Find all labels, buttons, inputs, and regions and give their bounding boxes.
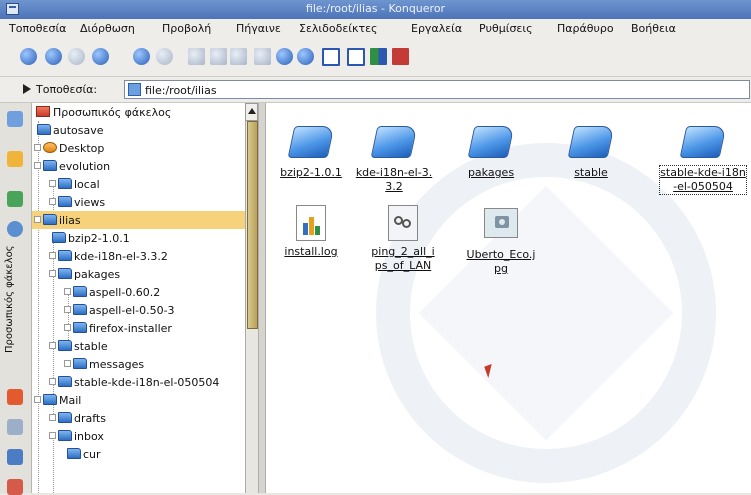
- home-icon[interactable]: [92, 48, 109, 65]
- folder-item[interactable]: bzip2-1.0.1: [266, 123, 356, 180]
- menu-view[interactable]: Προβολή: [162, 22, 211, 35]
- zoom-in-icon[interactable]: [276, 48, 293, 65]
- bookmarks-icon[interactable]: [7, 151, 23, 167]
- folder-icon: [287, 126, 335, 158]
- up-icon[interactable]: [20, 48, 37, 65]
- script-icon: [388, 205, 418, 241]
- folder-item[interactable]: pakages: [446, 123, 536, 180]
- print-icon[interactable]: [254, 48, 271, 65]
- file-item[interactable]: Uberto_Eco.jpg: [466, 205, 536, 276]
- tree-item[interactable]: views: [32, 193, 245, 211]
- location-bar: Τοποθεσία: file:/root/ilias: [0, 77, 751, 103]
- security-icon[interactable]: [392, 48, 409, 65]
- paste-icon[interactable]: [230, 48, 247, 65]
- tree-item[interactable]: stable: [32, 337, 245, 355]
- home-folder-icon: [36, 106, 50, 117]
- navigation-panel-tabs: Προσωπικός φάκελος: [0, 103, 32, 495]
- tree-item[interactable]: Desktop: [32, 139, 245, 157]
- folder-icon: [567, 126, 615, 158]
- forward-icon[interactable]: [68, 48, 85, 65]
- tree-item[interactable]: aspell-0.60.2: [32, 283, 245, 301]
- tree-item[interactable]: pakages: [32, 265, 245, 283]
- close-panel-icon[interactable]: [245, 103, 258, 121]
- image-file-icon: [484, 208, 518, 238]
- tree-header[interactable]: Προσωπικός φάκελος: [32, 103, 245, 121]
- tree-item[interactable]: firefox-installer: [32, 319, 245, 337]
- history-icon[interactable]: [7, 221, 23, 237]
- menu-go[interactable]: Πήγαινε: [236, 22, 281, 35]
- tree-item[interactable]: Mail: [32, 391, 245, 409]
- detail-view-icon[interactable]: [347, 48, 365, 66]
- location-label: Τοποθεσία:: [36, 83, 98, 96]
- cut-icon[interactable]: [188, 48, 205, 65]
- tree-item[interactable]: autosave: [32, 121, 245, 139]
- menu-settings[interactable]: Ρυθμίσεις: [479, 22, 533, 35]
- stop-icon[interactable]: [156, 48, 173, 65]
- folder-icon: [128, 83, 141, 96]
- copy-icon[interactable]: [210, 48, 227, 65]
- clear-location-icon[interactable]: [23, 84, 31, 94]
- folder-item[interactable]: stable-kde-i18n-el-050504: [659, 123, 747, 195]
- menu-bar: Τοποθεσία Διόρθωση Προβολή Πήγαινε Σελιδ…: [0, 19, 751, 38]
- tree-scrollbar[interactable]: [245, 121, 259, 493]
- home-icon[interactable]: [7, 389, 23, 405]
- folder-item[interactable]: kde-i18n-el-3.3.2: [354, 123, 434, 194]
- toolbar: [0, 38, 751, 77]
- file-item[interactable]: ping_2_all_ips_of_LAN: [368, 205, 438, 273]
- log-document-icon: [296, 205, 326, 241]
- sidebar-tab-icon[interactable]: [7, 111, 23, 127]
- tree-item[interactable]: messages: [32, 355, 245, 373]
- folder-item[interactable]: stable: [561, 123, 621, 180]
- network-icon[interactable]: [7, 419, 23, 435]
- tree-item[interactable]: local: [32, 175, 245, 193]
- file-item[interactable]: install.log: [271, 205, 351, 259]
- tree-item[interactable]: bzip2-1.0.1: [32, 229, 245, 247]
- back-icon[interactable]: [45, 48, 62, 65]
- tree-item[interactable]: stable-kde-i18n-el-050504: [32, 373, 245, 391]
- panel-splitter[interactable]: [258, 103, 266, 493]
- menu-tools[interactable]: Εργαλεία: [411, 22, 462, 35]
- location-value[interactable]: file:/root/ilias: [145, 84, 217, 97]
- services-icon[interactable]: [7, 449, 23, 465]
- tree-item[interactable]: kde-i18n-el-3.3.2: [32, 247, 245, 265]
- devices-icon[interactable]: [7, 191, 23, 207]
- tree-item[interactable]: cur: [32, 445, 245, 463]
- icon-view-icon[interactable]: [322, 48, 340, 66]
- folder-icon: [467, 126, 515, 158]
- menu-help[interactable]: Βοήθεια: [631, 22, 676, 35]
- tree-item[interactable]: drafts: [32, 409, 245, 427]
- tree-item-selected[interactable]: ilias: [32, 211, 245, 229]
- window-title: file:/root/ilias - Konqueror: [305, 2, 446, 15]
- menu-edit[interactable]: Διόρθωση: [80, 22, 135, 35]
- menu-window[interactable]: Παράθυρο: [557, 22, 614, 35]
- menu-bookmarks[interactable]: Σελιδοδείκτες: [299, 22, 378, 35]
- folder-icon: [679, 126, 727, 158]
- folder-icon: [370, 126, 418, 158]
- tree-root-label: Προσωπικός φάκελος: [53, 106, 172, 119]
- file-view: bzip2-1.0.1 kde-i18n-el-3.3.2 pakages st…: [266, 103, 751, 493]
- tree-item[interactable]: inbox: [32, 427, 245, 445]
- scrollbar-thumb[interactable]: [247, 121, 258, 329]
- location-input[interactable]: file:/root/ilias: [124, 80, 750, 99]
- home-folder-tab[interactable]: Προσωπικός φάκελος: [4, 245, 15, 353]
- reload-icon[interactable]: [133, 48, 150, 65]
- folder-tree: autosave Desktop evolution local views i…: [32, 121, 245, 493]
- tree-view-icon[interactable]: [370, 48, 387, 65]
- title-bar: file:/root/ilias - Konqueror: [0, 0, 751, 19]
- tree-item[interactable]: aspell-el-0.50-3: [32, 301, 245, 319]
- zoom-out-icon[interactable]: [297, 48, 314, 65]
- menu-location[interactable]: Τοποθεσία: [9, 22, 66, 35]
- tree-item[interactable]: evolution: [32, 157, 245, 175]
